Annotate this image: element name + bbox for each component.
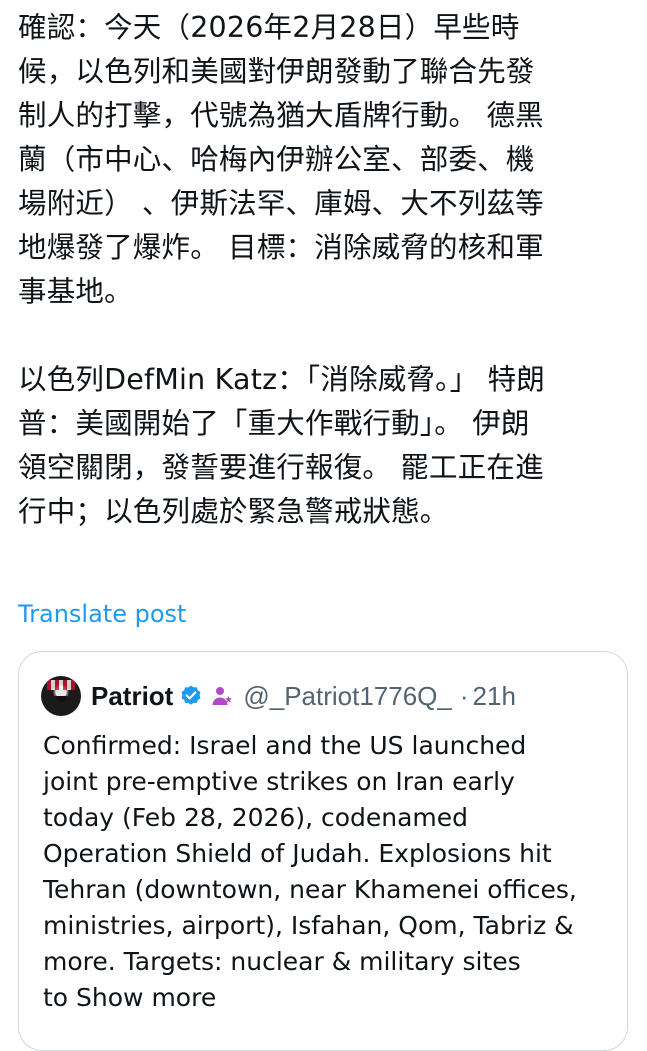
user-handle[interactable]: @_Patriot1776Q_ <box>243 681 452 712</box>
affiliate-person-icon <box>212 687 233 705</box>
post-paragraph: 以色列DefMin Katz：「消除威脅。」 特朗 普：美國開始了「重大作戰行動… <box>18 363 545 528</box>
quoted-post-text: Confirmed: Israel and the US launched jo… <box>43 728 615 1016</box>
quoted-post-body: Confirmed: Israel and the US launched jo… <box>43 731 577 1012</box>
translate-post-link[interactable]: Translate post <box>18 598 186 630</box>
verified-badge-icon <box>181 685 201 705</box>
post-paragraph: 確認：今天（2026年2月28日）早些時 候，以色列和美國對伊朗發動了聯合先發 … <box>18 11 544 308</box>
quoted-post-header: Patriot @_Patriot1776Q_ · 21h <box>41 676 516 716</box>
post-body: 確認：今天（2026年2月28日）早些時 候，以色列和美國對伊朗發動了聯合先發 … <box>18 6 630 534</box>
separator-dot: · <box>459 680 469 711</box>
avatar[interactable] <box>41 676 81 716</box>
show-more-link[interactable]: Show more <box>76 983 216 1012</box>
quoted-post-card[interactable]: Patriot @_Patriot1776Q_ · 21h Confirmed:… <box>18 651 628 1051</box>
display-name[interactable]: Patriot <box>91 681 173 712</box>
post-timestamp[interactable]: 21h <box>473 681 516 712</box>
